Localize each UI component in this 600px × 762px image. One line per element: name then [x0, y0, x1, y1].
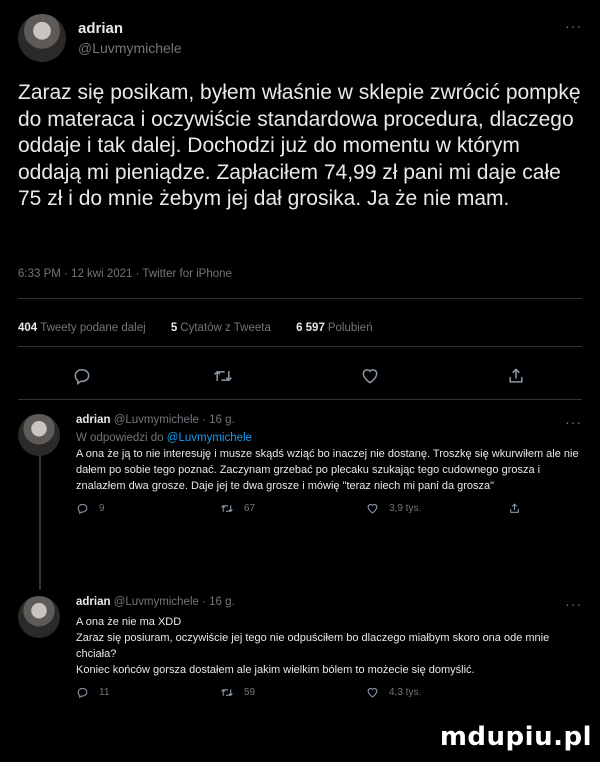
- reply-action[interactable]: 11: [76, 686, 109, 699]
- reply-actions: 11 59 4,3 tys.: [76, 686, 581, 702]
- divider: [18, 298, 582, 299]
- like-icon: [367, 688, 378, 698]
- tweet-meta: 6:33 PM · 12 kwi 2021 · Twitter for iPho…: [18, 268, 232, 280]
- reply-text: A ona że ją to nie interesuję i musze sk…: [76, 448, 579, 492]
- divider: [18, 346, 582, 347]
- retweets-stat[interactable]: 404 Tweety podane dalej: [18, 322, 146, 334]
- author-name[interactable]: adrian: [76, 414, 111, 426]
- tweet-actions: [0, 366, 600, 386]
- thread-line: [39, 438, 41, 590]
- tweet-text: Zaraz się posikam, byłem właśnie w sklep…: [18, 81, 581, 210]
- retweet-action[interactable]: 59: [220, 686, 255, 699]
- author-name[interactable]: adrian: [76, 596, 111, 608]
- tweet-stats: 404 Tweety podane dalej 5 Cytatów z Tweeta…: [18, 322, 395, 334]
- watermark-logo: mdupiu.pl: [439, 722, 592, 752]
- retweet-action[interactable]: 67: [220, 502, 255, 515]
- reply-to-line: W odpowiedzi do @Luvmymichele: [76, 432, 252, 444]
- author-name[interactable]: adrian: [78, 20, 182, 37]
- share-action[interactable]: [508, 502, 521, 515]
- reply-text: A ona że nie ma XDD Zaraz się posiuram, …: [76, 616, 550, 676]
- retweet-icon: [221, 689, 233, 696]
- like-action[interactable]: 4,3 tys.: [366, 686, 421, 699]
- reply-icon[interactable]: [72, 366, 92, 386]
- main-tweet-header: adrian @Luvmymichele ···: [18, 14, 582, 62]
- avatar[interactable]: [18, 414, 60, 456]
- reply-action[interactable]: 9: [76, 502, 105, 515]
- divider: [18, 399, 582, 400]
- reply-actions: 9 67 3,9 tys.: [76, 502, 581, 518]
- reply-icon: [77, 687, 88, 699]
- reply-icon: [77, 503, 88, 515]
- share-icon: [510, 503, 519, 513]
- quotes-stat[interactable]: 5 Cytatów z Tweeta: [171, 322, 271, 334]
- avatar[interactable]: [18, 14, 66, 62]
- likes-stat[interactable]: 6 597 Polubień: [296, 322, 373, 334]
- retweet-icon: [221, 505, 233, 512]
- share-icon[interactable]: [506, 366, 526, 386]
- author-handle[interactable]: @Luvmymichele: [78, 40, 182, 56]
- avatar[interactable]: [18, 596, 60, 638]
- reply-to-handle[interactable]: @Luvmymichele: [167, 432, 252, 444]
- like-icon[interactable]: [360, 366, 380, 386]
- like-icon: [367, 504, 378, 514]
- retweet-icon[interactable]: [212, 366, 234, 386]
- like-action[interactable]: 3,9 tys.: [366, 502, 421, 515]
- more-options-icon[interactable]: ···: [565, 18, 582, 34]
- author-handle[interactable]: @Luvmymichele · 16 g.: [114, 414, 235, 426]
- author-handle[interactable]: @Luvmymichele · 16 g.: [114, 596, 235, 608]
